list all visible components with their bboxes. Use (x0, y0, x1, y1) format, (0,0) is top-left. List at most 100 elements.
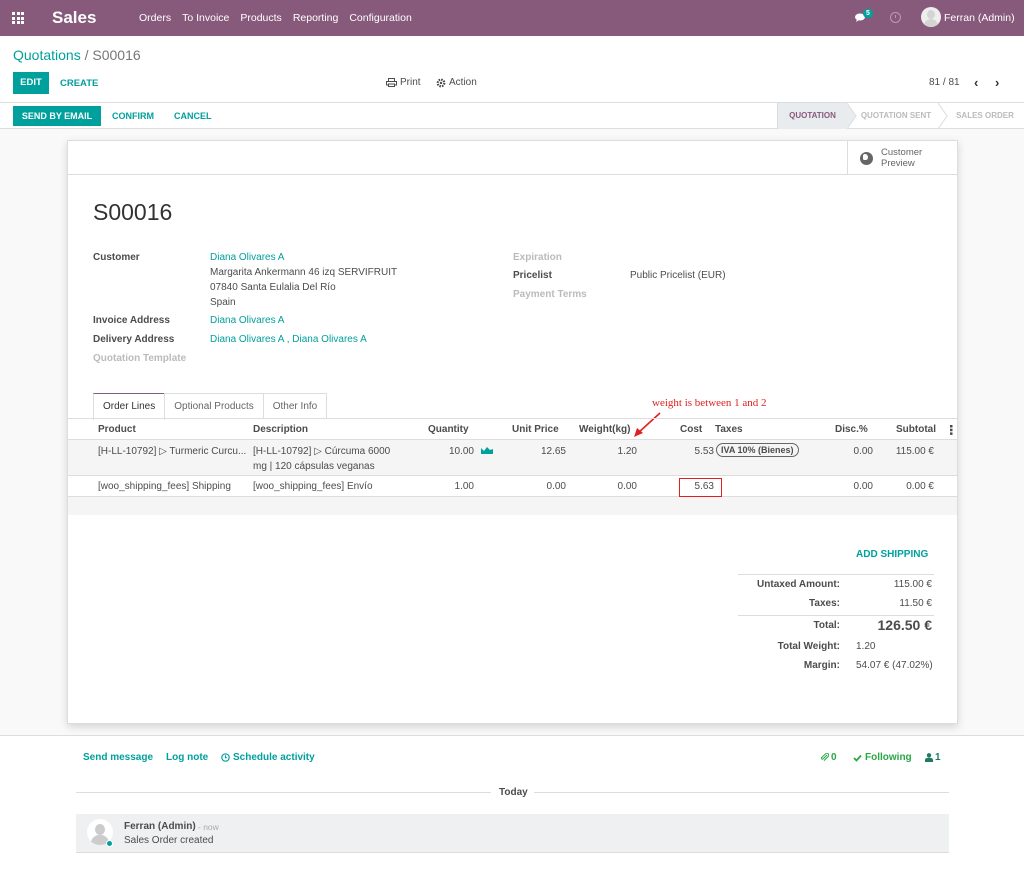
stage-arrow-separator (938, 103, 948, 129)
pager-next-icon[interactable]: › (995, 75, 999, 90)
pricelist-label: Pricelist (513, 270, 552, 281)
line-description-1: [woo_shipping_fees] Envío (253, 481, 373, 492)
untaxed-amount-label: Untaxed Amount: (757, 579, 840, 590)
empty-row (68, 497, 957, 515)
statusbar: SEND BY EMAIL CONFIRM CANCEL QUOTATION Q… (0, 103, 1024, 129)
order-line-row[interactable]: [woo_shipping_fees] Shipping [woo_shippi… (68, 476, 957, 497)
invoice-address-link[interactable]: Diana Olivares A (210, 315, 284, 326)
print-button[interactable]: Print (386, 77, 421, 88)
preview-label-line1: Customer (881, 147, 923, 158)
forecast-chart-icon[interactable] (481, 446, 493, 454)
message-author[interactable]: Ferran (Admin) (124, 821, 196, 832)
user-icon (925, 753, 933, 762)
followers-button[interactable]: 1 (925, 752, 941, 763)
user-name[interactable]: Ferran (Admin) (944, 12, 1015, 24)
line-quantity: 10.00 (448, 446, 474, 457)
tab-order-lines[interactable]: Order Lines (93, 393, 166, 420)
customer-label: Customer (93, 252, 140, 263)
col-product[interactable]: Product (98, 424, 136, 435)
stage-quotation-sent[interactable]: QUOTATION SENT (855, 103, 937, 129)
delivery-address-link[interactable]: Diana Olivares A , Diana Olivares A (210, 334, 367, 345)
col-unit-price[interactable]: Unit Price (512, 424, 559, 435)
line-subtotal: 115.00 € (895, 446, 934, 457)
optional-columns-icon[interactable] (950, 425, 953, 435)
create-button[interactable]: CREATE (60, 78, 98, 89)
quotation-template-label: Quotation Template (93, 353, 187, 364)
apps-menu-icon[interactable] (12, 12, 25, 24)
add-shipping-button[interactable]: ADD SHIPPING (856, 549, 928, 560)
send-by-email-button[interactable]: SEND BY EMAIL (13, 106, 101, 126)
online-status-icon (106, 840, 113, 847)
stage-sales-order[interactable]: SALES ORDER (950, 103, 1020, 129)
following-button[interactable]: Following (853, 752, 912, 763)
pricelist-value: Public Pricelist (EUR) (630, 270, 726, 281)
preview-label-line2: Preview (881, 158, 915, 169)
top-menu: Orders To Invoice Products Reporting Con… (139, 12, 423, 24)
top-navbar: Sales Orders To Invoice Products Reporti… (0, 0, 1024, 36)
schedule-activity-button[interactable]: Schedule activity (221, 752, 315, 763)
edit-button[interactable]: EDIT (13, 72, 49, 94)
print-label: Print (400, 77, 421, 88)
user-avatar[interactable] (921, 7, 941, 27)
annotation-text: weight is between 1 and 2 (652, 397, 767, 409)
totals-divider (738, 574, 934, 575)
message-date: - now (198, 822, 219, 832)
untaxed-amount-value: 115.00 € (893, 579, 932, 590)
order-title: S00016 (93, 199, 173, 225)
menu-products[interactable]: Products (240, 12, 281, 24)
breadcrumb-quotations[interactable]: Quotations (13, 47, 81, 63)
customer-address-line2: 07840 Santa Eulalia Del Río (210, 282, 336, 293)
send-message-button[interactable]: Send message (83, 752, 153, 763)
line-discount: 0.00 (853, 481, 873, 492)
menu-orders[interactable]: Orders (139, 12, 171, 24)
paperclip-icon (820, 753, 829, 761)
col-discount[interactable]: Disc.% (835, 424, 868, 435)
today-divider (534, 792, 949, 793)
menu-reporting[interactable]: Reporting (293, 12, 339, 24)
line-subtotal: 0.00 € (906, 481, 934, 492)
menu-to-invoice[interactable]: To Invoice (182, 12, 229, 24)
col-cost[interactable]: Cost (680, 424, 702, 435)
customer-preview-button[interactable]: Customer Preview (847, 141, 957, 175)
following-label: Following (865, 752, 912, 763)
cancel-button[interactable]: CANCEL (174, 111, 212, 121)
menu-configuration[interactable]: Configuration (349, 12, 411, 24)
clock-icon (221, 753, 230, 762)
globe-icon (860, 151, 873, 165)
chatter-message: Ferran (Admin) - now Sales Order created (76, 814, 949, 853)
tab-optional-products[interactable]: Optional Products (164, 393, 264, 419)
attachments-count: 0 (831, 752, 837, 763)
schedule-activity-label: Schedule activity (233, 752, 315, 763)
col-description[interactable]: Description (253, 424, 308, 435)
invoice-address-label: Invoice Address (93, 315, 170, 326)
col-weight[interactable]: Weight(kg) (579, 424, 630, 435)
activity-clock-icon[interactable] (890, 12, 901, 23)
tab-other-info[interactable]: Other Info (262, 393, 328, 419)
log-note-button[interactable]: Log note (166, 752, 208, 763)
customer-link[interactable]: Diana Olivares A (210, 252, 284, 263)
confirm-button[interactable]: CONFIRM (112, 111, 154, 121)
order-lines-header: Product Description Quantity Unit Price … (68, 419, 957, 440)
highlight-box (679, 478, 722, 497)
pager-value[interactable]: 81 / 81 (929, 77, 960, 88)
chat-badge: 5 (863, 9, 873, 18)
pager-previous-icon[interactable]: ‹ (974, 75, 978, 90)
col-taxes[interactable]: Taxes (715, 424, 743, 435)
totals-divider (738, 615, 934, 616)
notebook-tabs: Order Lines Optional Products Other Info (93, 393, 328, 420)
col-subtotal[interactable]: Subtotal (896, 424, 936, 435)
total-label: Total: (813, 620, 840, 631)
margin-label: Margin: (803, 660, 840, 671)
breadcrumb: Quotations / S00016 (13, 47, 141, 63)
attachments-button[interactable]: 0 (820, 752, 837, 763)
action-button[interactable]: Action (436, 77, 477, 88)
stage-quotation[interactable]: QUOTATION (777, 103, 847, 129)
order-line-row[interactable]: [H-LL-10792] ▷ Turmeric Curcu... [H-LL-1… (68, 440, 957, 476)
col-quantity[interactable]: Quantity (428, 424, 469, 435)
followers-count: 1 (935, 752, 941, 763)
line-quantity: 1.00 (454, 481, 474, 492)
delivery-address-label: Delivery Address (93, 334, 175, 345)
app-brand[interactable]: Sales (52, 8, 96, 28)
total-value: 126.50 € (877, 617, 933, 633)
line-product: [woo_shipping_fees] Shipping (98, 481, 231, 492)
